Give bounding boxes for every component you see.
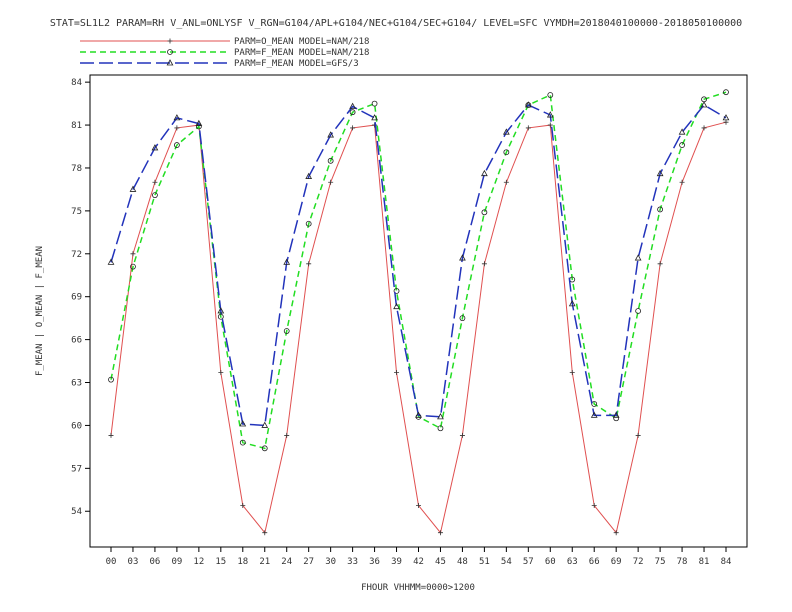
data-point	[152, 179, 158, 185]
data-point	[525, 125, 531, 131]
x-tick-label: 78	[677, 557, 688, 567]
x-tick-label: 09	[171, 557, 182, 567]
x-tick-label: 33	[347, 557, 358, 567]
x-tick-label: 27	[303, 557, 314, 567]
legend: PARM=O_MEAN MODEL=NAM/218PARM=F_MEAN MOD…	[80, 37, 369, 69]
x-tick-label: 45	[435, 557, 446, 567]
x-tick-label: 21	[259, 557, 270, 567]
data-point	[394, 370, 400, 376]
y-tick-label: 63	[71, 379, 82, 389]
x-tick-label: 03	[128, 557, 139, 567]
data-point	[679, 179, 685, 185]
y-tick-label: 81	[71, 121, 82, 131]
data-point	[306, 261, 312, 267]
data-point	[371, 100, 378, 107]
x-tick-label: 84	[721, 557, 732, 567]
data-point	[481, 261, 487, 267]
y-tick-label: 69	[71, 293, 82, 303]
data-point	[613, 415, 620, 422]
x-axis-label: FHOUR VHHMM=0000>1200	[361, 583, 475, 593]
y-axis: 54 57 60 63 66 69 72 75 78 81 84	[71, 78, 90, 517]
x-tick-label: 42	[413, 557, 424, 567]
data-point	[459, 432, 465, 438]
x-tick-label: 69	[611, 557, 622, 567]
x-tick-label: 66	[589, 557, 600, 567]
plot-frame	[89, 74, 748, 548]
series-line	[110, 91, 727, 450]
y-tick-label: 75	[71, 207, 82, 217]
data-point	[679, 142, 685, 148]
data-point	[503, 179, 509, 185]
series-line	[110, 104, 727, 427]
chart-title: STAT=SL1L2 PARAM=RH V_ANL=ONLYSF V_RGN=G…	[50, 18, 742, 29]
x-tick-label: 00	[106, 557, 117, 567]
x-tick-label: 75	[655, 557, 666, 567]
y-tick-label: 78	[71, 164, 82, 174]
x-axis: 00 03 06 09 12 15 18 21 24 27 30 33 36 39 42 45 48 51 54 57…	[106, 547, 732, 567]
y-axis-label: F_MEAN | O_MEAN | F_MEAN	[35, 246, 45, 376]
x-tick-label: 81	[699, 557, 710, 567]
x-tick-label: 24	[281, 557, 292, 567]
legend-label: PARM=O_MEAN MODEL=NAM/218	[234, 37, 369, 47]
data-point	[174, 125, 180, 131]
y-tick-label: 84	[71, 78, 82, 88]
series-group	[107, 89, 730, 536]
x-tick-label: 30	[325, 557, 336, 567]
legend-label: PARM=F_MEAN MODEL=NAM/218	[234, 48, 369, 58]
x-tick-label: 12	[193, 557, 204, 567]
data-point	[701, 125, 707, 131]
x-tick-label: 54	[501, 557, 512, 567]
data-point	[635, 432, 641, 438]
data-point	[657, 261, 663, 267]
x-tick-label: 48	[457, 557, 468, 567]
x-tick-label: 36	[369, 557, 380, 567]
legend-label: PARM=F_MEAN MODEL=GFS/3	[234, 59, 359, 69]
x-tick-label: 15	[215, 557, 226, 567]
x-tick-label: 63	[567, 557, 578, 567]
x-tick-label: 60	[545, 557, 556, 567]
data-point	[328, 179, 334, 185]
line-chart: STAT=SL1L2 PARAM=RH V_ANL=ONLYSF V_RGN=G…	[35, 18, 748, 593]
series-line	[110, 121, 727, 534]
legend-marker	[167, 38, 173, 44]
y-tick-label: 54	[71, 507, 82, 517]
data-point	[350, 125, 356, 131]
data-point	[634, 254, 642, 261]
y-tick-label: 66	[71, 336, 82, 346]
x-tick-label: 06	[150, 557, 161, 567]
y-tick-label: 72	[71, 250, 82, 260]
y-tick-label: 57	[71, 464, 82, 474]
data-point	[130, 251, 136, 257]
y-tick-label: 60	[71, 421, 82, 431]
data-point	[569, 370, 575, 376]
data-point	[218, 370, 224, 376]
x-tick-label: 57	[523, 557, 534, 567]
x-tick-label: 39	[391, 557, 402, 567]
x-tick-label: 72	[633, 557, 644, 567]
data-point	[723, 119, 729, 125]
x-tick-label: 51	[479, 557, 490, 567]
data-point	[108, 432, 114, 438]
data-point	[284, 432, 290, 438]
x-tick-label: 18	[237, 557, 248, 567]
